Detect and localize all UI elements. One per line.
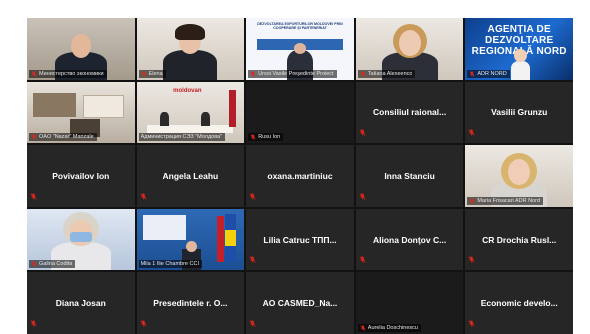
mic-muted-icon — [30, 187, 37, 205]
participant-name: Inna Stanciu — [384, 170, 435, 181]
participant-tile-cr-drochia-rusl[interactable]: CR Drochia Rusl... — [465, 208, 573, 271]
participant-name: CR Drochia Rusl... — [482, 234, 557, 245]
participant-name: Lilia Catruc ТПП... — [263, 234, 337, 245]
participant-tile-galina-codita[interactable]: Galina Codita — [27, 208, 135, 271]
mic-muted-icon — [140, 314, 147, 332]
participant-label-text: Maria Frisacari ADR Nord — [477, 197, 541, 204]
participant-label-text: Galina Codita — [39, 261, 73, 268]
participant-name: Vasilii Grunzu — [491, 107, 548, 118]
participant-label: Maria Frisacari ADR Nord — [467, 196, 544, 205]
mic-muted-icon — [31, 134, 37, 140]
participant-label: Администрация СЭЗ "Молдова" — [138, 133, 226, 142]
mic-muted-icon — [30, 314, 37, 332]
participant-tile-inna-stanciu[interactable]: Inna Stanciu — [355, 145, 464, 207]
mic-muted-icon — [249, 314, 256, 332]
mic-muted-icon — [469, 70, 475, 77]
participant-label-text: Министерство экономики — [39, 70, 104, 77]
participant-tile-ao-casmed-na[interactable]: AO CASMED_Na... — [246, 272, 354, 334]
participant-label-text: Mila 1 Ilie Chambre CCI — [140, 261, 199, 268]
participant-tile-diana-josan[interactable]: Diana Josan — [27, 272, 135, 334]
mic-muted-icon — [468, 250, 475, 268]
participant-tile-lilia-catruc-тпп[interactable]: Lilia Catruc ТПП... — [246, 208, 354, 271]
participant-name: Aliona Donţov C... — [372, 234, 447, 245]
participant-label: ADR NORD — [467, 69, 510, 78]
participant-name: Consiliul raional... — [372, 107, 447, 118]
doc-heading: DEZVOLTAREA EXPORTURILOR MOLDOVEI PRIN C… — [257, 22, 343, 31]
participant-name: Povivailov Ion — [52, 170, 110, 181]
mic-muted-icon — [250, 70, 256, 77]
participant-label: Elena — [138, 69, 166, 78]
mic-muted-icon — [249, 187, 256, 205]
participant-tile-economic-develo[interactable]: Economic develo... — [465, 272, 573, 334]
mic-muted-icon — [249, 250, 256, 268]
participant-tile-mila-1-ilie-chambre-cci[interactable]: Mila 1 Ilie Chambre CCI — [136, 208, 245, 271]
mic-muted-icon — [31, 261, 37, 268]
participant-name: Diana Josan — [55, 298, 106, 309]
participant-tile-vasilii-grunzu[interactable]: Vasilii Grunzu — [465, 81, 573, 144]
mic-muted-icon — [141, 70, 147, 77]
participant-label-text: Rusu Ion — [258, 134, 281, 141]
participant-name: Angela Leahu — [162, 170, 219, 181]
participant-tile-maria-frisacari-adr-nord[interactable]: Maria Frisacari ADR Nord — [465, 145, 573, 207]
participant-label: Ursoi Vasile Preşedinte Proiect — [248, 69, 337, 78]
mic-muted-icon — [359, 250, 366, 268]
mic-muted-icon — [31, 70, 37, 77]
mic-muted-icon — [359, 187, 366, 205]
mic-muted-icon — [360, 70, 366, 77]
video-conference-window: Министерство экономики Elena DEZVOLTAREA E… — [0, 0, 590, 334]
participant-tile-aurelia-doschinescu[interactable]: Aurelia Doschinescu — [355, 272, 464, 334]
mic-muted-icon — [468, 123, 475, 141]
participant-tile-elena[interactable]: Elena — [136, 18, 245, 80]
participant-tile-oxana-martiniuc[interactable]: oxana.martiniuc — [246, 145, 354, 207]
participant-label: Mila 1 Ilie Chambre CCI — [138, 260, 202, 269]
participant-tile-администрация-сэз[interactable]: moldovan Администрация СЭЗ "Молдова" — [136, 81, 245, 144]
participant-tile-tatiana-alexeenco[interactable]: Tatiana Alexeenco — [355, 18, 464, 80]
participant-name: Economic develo... — [480, 298, 558, 309]
participant-label-text: Tatiana Alexeenco — [367, 70, 413, 77]
participant-tile-angela-leahu[interactable]: Angela Leahu — [136, 145, 245, 207]
mic-muted-icon — [469, 198, 475, 204]
participant-label: Aurelia Doschinescu — [357, 323, 421, 332]
mic-muted-icon — [468, 314, 475, 332]
participant-tile-presedintele-r-o[interactable]: Presedintele r. O... — [136, 272, 245, 334]
participant-label-text: Elena — [148, 70, 163, 77]
participant-label: Galina Codita — [29, 260, 76, 269]
participant-name: AO CASMED_Na... — [262, 298, 338, 309]
participant-gallery: Министерство экономики Elena DEZVOLTAREA E… — [27, 18, 573, 334]
participant-label: Tatiana Alexeenco — [357, 69, 416, 78]
participant-tile-povivailov-ion[interactable]: Povivailov Ion — [27, 145, 135, 207]
participant-label: OAO "Nazar" Manzale — [29, 133, 97, 142]
participant-name: oxana.martiniuc — [267, 170, 333, 181]
participant-label-text: Aurelia Doschinescu — [367, 324, 418, 331]
participant-name: Presedintele r. O... — [153, 298, 228, 309]
participant-label: Rusu Ion — [248, 133, 284, 142]
participant-tile-aliona-don-ov-c[interactable]: Aliona Donţov C... — [355, 208, 464, 271]
participant-tile-consiliul-raional[interactable]: Consiliul raional... — [355, 81, 464, 144]
mic-muted-icon — [359, 123, 366, 141]
mic-muted-icon — [140, 187, 147, 205]
mic-muted-icon — [360, 325, 366, 331]
participant-tile-vasile-ursoi[interactable]: DEZVOLTAREA EXPORTURILOR MOLDOVEI PRIN C… — [246, 18, 354, 80]
participant-tile-adr-nord[interactable]: AGENŢIA DE DEZVOLTARE REGIONALĂ NORD ADR … — [465, 18, 573, 80]
participant-label-text: ADR NORD — [477, 70, 507, 77]
participant-label-text: Ursoi Vasile Preşedinte Proiect — [258, 70, 334, 77]
participant-label: Министерство экономики — [29, 69, 107, 78]
mic-muted-icon — [250, 134, 256, 140]
participant-label-text: OAO "Nazar" Manzale — [39, 134, 94, 141]
participant-tile-rusu-ion[interactable]: Rusu Ion — [246, 81, 354, 144]
participant-tile-министерство-экономики[interactable]: Министерство экономики — [27, 18, 135, 80]
participant-tile-oao-naza-manzale[interactable]: OAO "Nazar" Manzale — [27, 81, 135, 144]
participant-label-text: Администрация СЭЗ "Молдова" — [140, 134, 223, 141]
room-sign: moldovan — [173, 87, 202, 94]
